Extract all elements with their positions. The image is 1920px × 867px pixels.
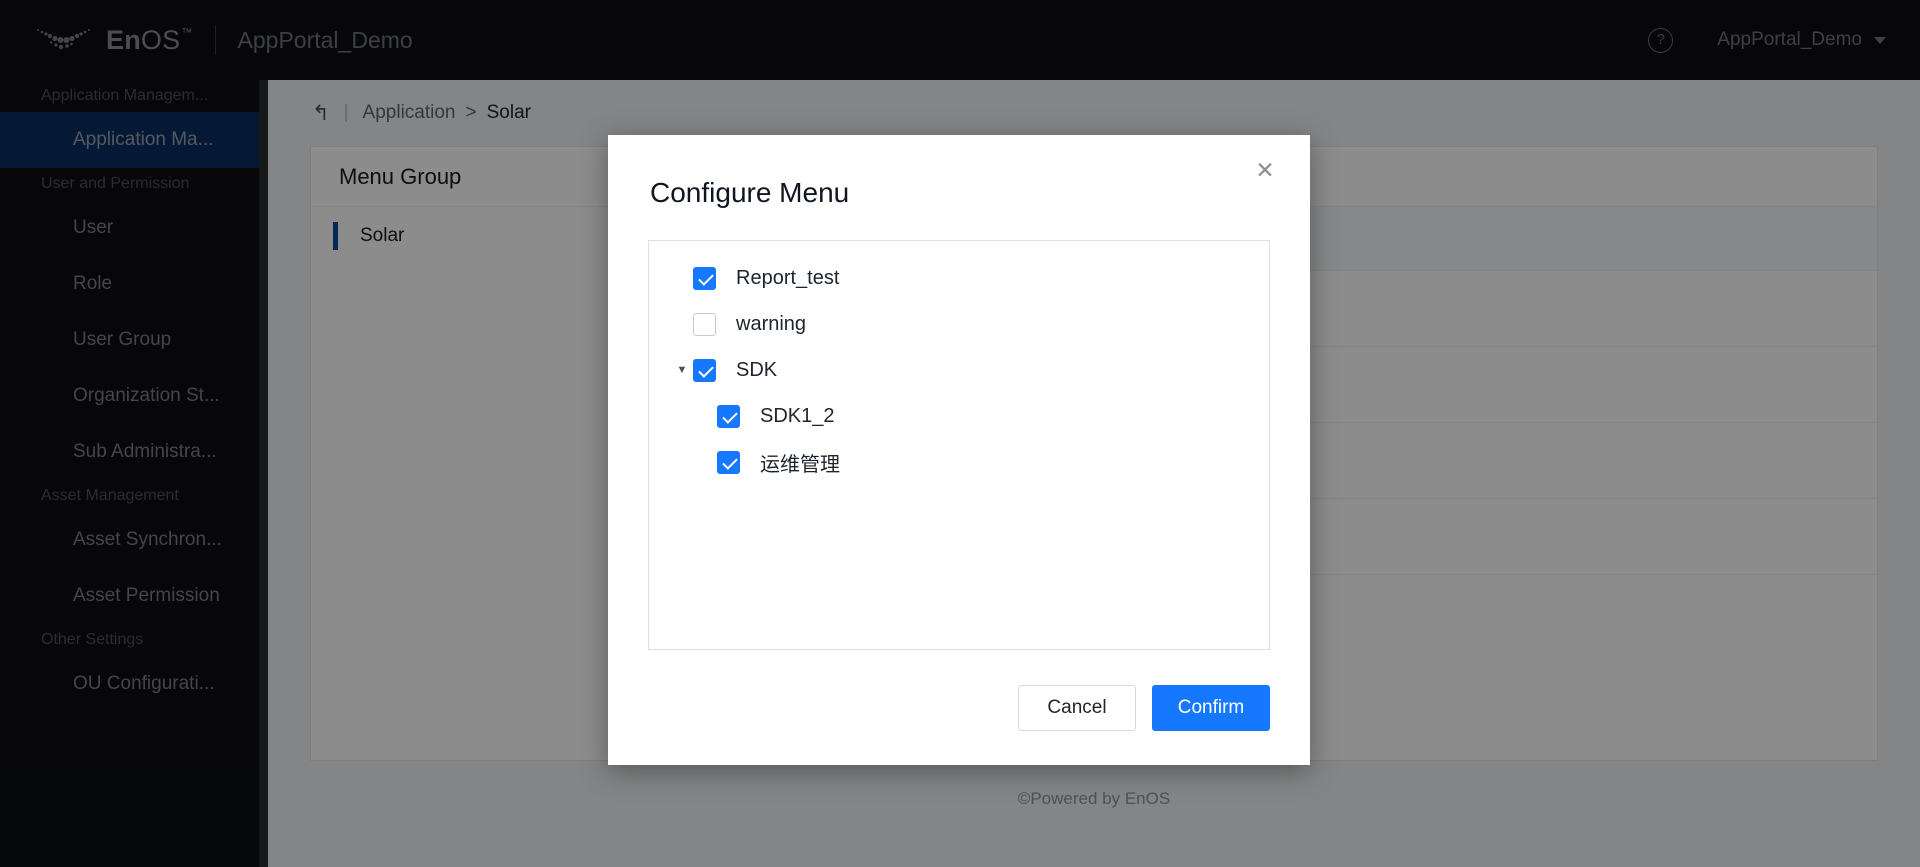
app-root: EnOS™ AppPortal_Demo ? AppPortal_Demo Ap… <box>0 0 1920 867</box>
checkbox[interactable] <box>717 405 740 428</box>
menu-tree-node-label: SDK1_2 <box>760 405 835 428</box>
menu-tree-node[interactable]: ▼Report_test <box>649 255 1269 301</box>
dialog-title: Configure Menu <box>650 177 849 209</box>
checkbox[interactable] <box>693 267 716 290</box>
menu-tree-node-label: warning <box>736 313 806 336</box>
menu-tree[interactable]: ▼Report_test▼warning ▼ SDK ▼SDK1_2▼运维管理 <box>648 240 1270 650</box>
menu-tree-node[interactable]: ▼运维管理 <box>649 439 1269 485</box>
chevron-down-icon[interactable]: ▼ <box>671 364 693 376</box>
menu-tree-node[interactable]: ▼SDK1_2 <box>649 393 1269 439</box>
menu-tree-node-label: 运维管理 <box>760 448 840 477</box>
dialog-footer: Cancel Confirm <box>1018 685 1270 731</box>
menu-tree-node-label: Report_test <box>736 267 839 290</box>
checkbox[interactable] <box>693 359 716 382</box>
confirm-button[interactable]: Confirm <box>1152 685 1270 731</box>
checkbox[interactable] <box>693 313 716 336</box>
checkbox[interactable] <box>717 451 740 474</box>
menu-tree-node[interactable]: ▼warning <box>649 301 1269 347</box>
cancel-button[interactable]: Cancel <box>1018 685 1136 731</box>
configure-menu-dialog: Configure Menu ✕ ▼Report_test▼warning▼SD… <box>608 135 1310 765</box>
close-icon[interactable]: ✕ <box>1244 149 1286 191</box>
menu-tree-node[interactable]: ▼ SDK <box>649 347 1269 393</box>
menu-tree-list: ▼Report_test▼warning ▼ SDK ▼SDK1_2▼运维管理 <box>649 255 1269 485</box>
menu-tree-node-label: SDK <box>736 359 777 382</box>
